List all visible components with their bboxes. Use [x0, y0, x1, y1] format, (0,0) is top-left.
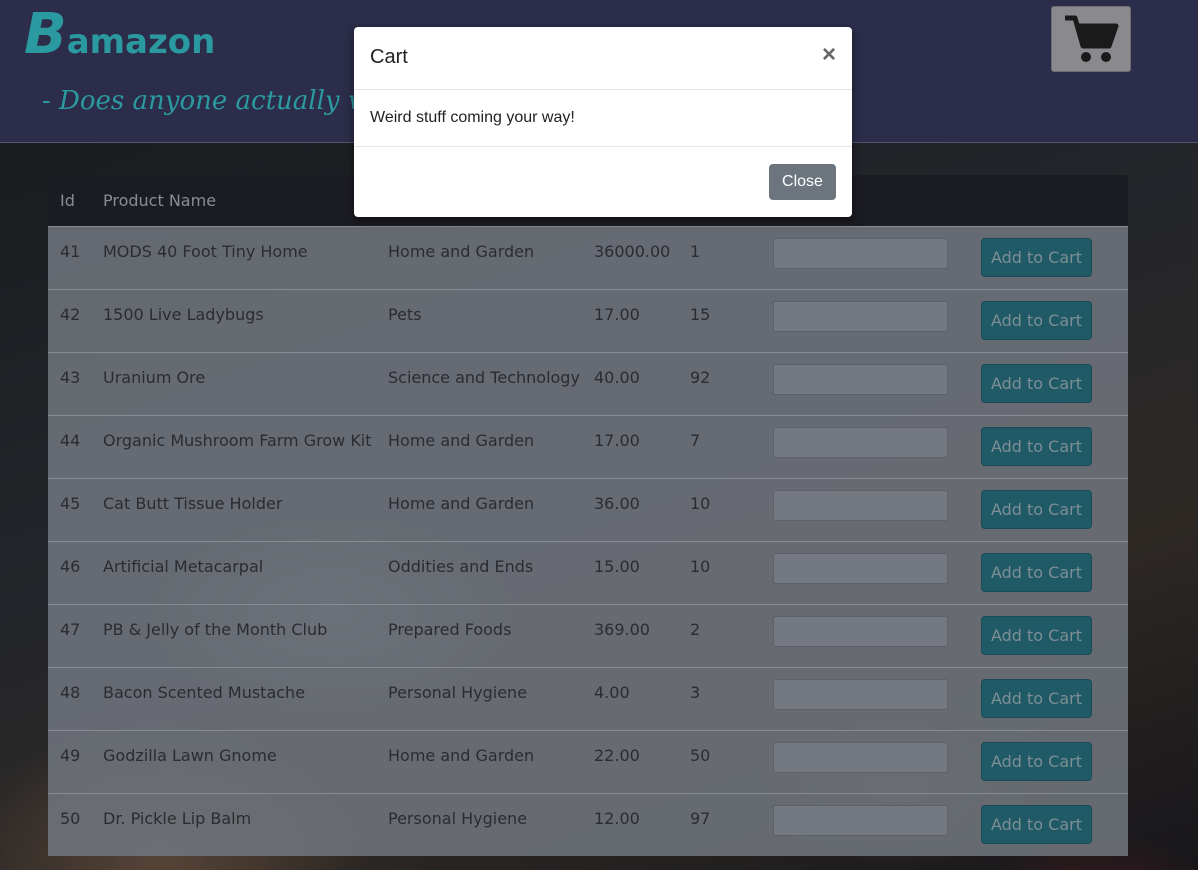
modal-message: Weird stuff coming your way!: [370, 109, 575, 126]
cart-modal: Cart × Weird stuff coming your way! Clos…: [354, 27, 852, 217]
close-button[interactable]: Close: [769, 164, 836, 200]
modal-footer: Close: [354, 147, 852, 217]
modal-title: Cart: [370, 46, 408, 68]
modal-body: Weird stuff coming your way!: [354, 90, 852, 147]
close-icon[interactable]: ×: [822, 43, 836, 67]
modal-header: Cart ×: [354, 27, 852, 90]
